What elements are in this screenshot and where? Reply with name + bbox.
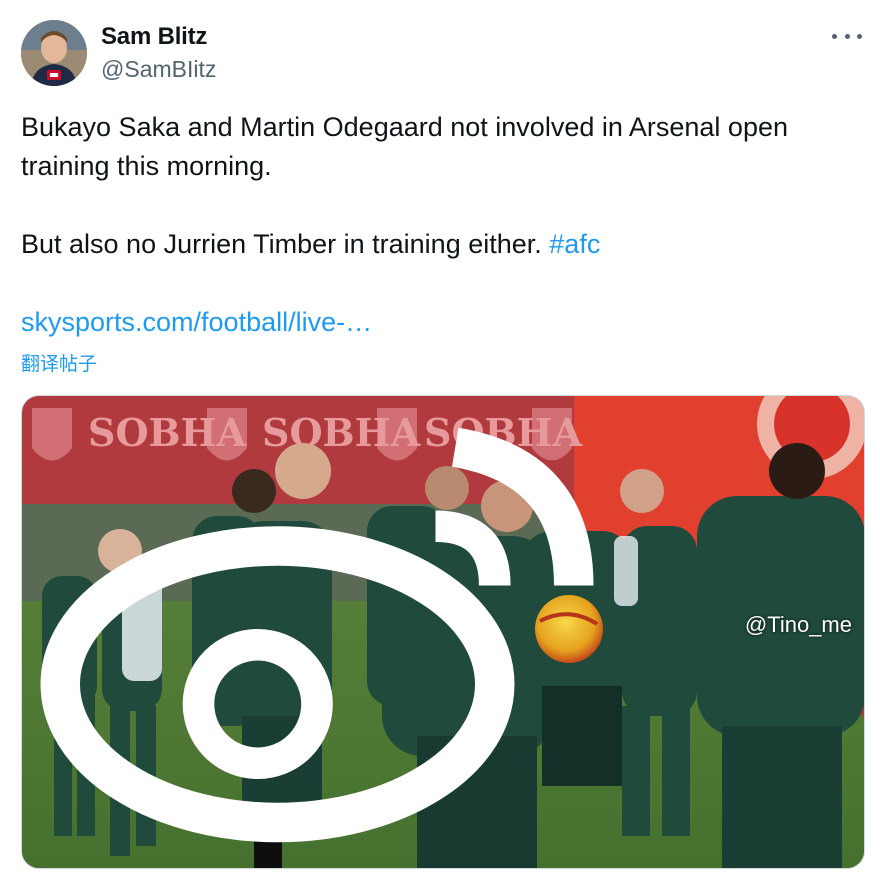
avatar[interactable] [21, 20, 87, 86]
hashtag-link[interactable]: #afc [549, 229, 600, 259]
article-link[interactable]: skysports.com/football/live-… [21, 303, 866, 342]
display-name[interactable]: Sam Blitz [101, 22, 216, 52]
weibo-icon [40, 427, 594, 843]
tweet-line-1: Bukayo Saka and Martin Odegaard not invo… [21, 112, 788, 181]
tweet-line-2-text: But also no Jurrien Timber in training e… [21, 229, 550, 259]
tweet-photo[interactable]: SOBHA SOBHA SOBHA @Tino_me [21, 395, 865, 869]
tweet-text: Bukayo Saka and Martin Odegaard not invo… [21, 108, 866, 342]
translate-post-button[interactable]: 翻译帖子 [21, 349, 97, 376]
avatar-image [21, 20, 87, 86]
watermark-text: @Tino_me [744, 612, 852, 637]
user-handle[interactable]: @SamBIitz [101, 54, 216, 84]
tweet-line-2: But also no Jurrien Timber in training e… [21, 225, 866, 264]
watermark: @Tino_me [22, 396, 852, 862]
more-icon[interactable] [832, 26, 862, 46]
tweet-header: Sam Blitz @SamBIitz [21, 20, 866, 86]
